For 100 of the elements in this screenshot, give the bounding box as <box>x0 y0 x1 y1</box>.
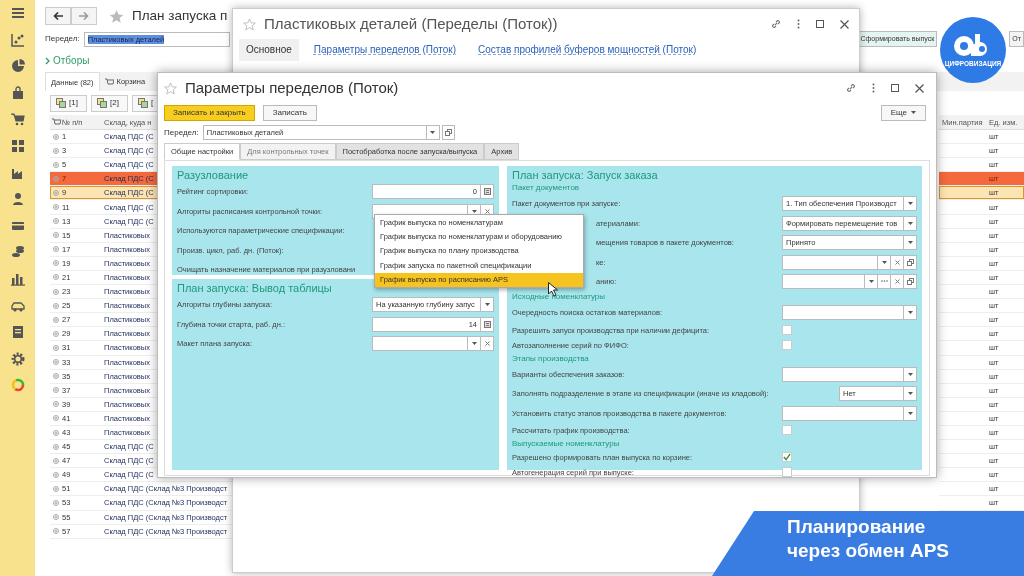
checkbox[interactable] <box>782 467 792 478</box>
basket-icon <box>104 77 114 86</box>
dropdown-button[interactable] <box>904 235 917 251</box>
cart-icon[interactable] <box>10 112 25 127</box>
dropdown-button[interactable] <box>468 336 481 352</box>
button[interactable]: Записать <box>262 104 317 121</box>
caret-icon <box>907 372 913 376</box>
settings-icon[interactable] <box>10 351 25 366</box>
expand-icon <box>53 443 59 450</box>
coins-icon[interactable] <box>10 245 25 260</box>
open-button[interactable] <box>904 254 917 270</box>
calculator-button[interactable] <box>481 184 494 200</box>
input-field[interactable] <box>782 305 904 321</box>
caret-icon <box>471 342 477 346</box>
expand-icon <box>53 528 59 535</box>
basket-icon <box>51 118 61 126</box>
dropdown-button[interactable] <box>904 366 917 382</box>
expand-icon <box>53 288 59 295</box>
dropdown-button[interactable] <box>904 405 917 421</box>
clear-button[interactable] <box>481 336 494 352</box>
caret-icon <box>907 202 913 206</box>
field-label: Передел: <box>45 34 80 44</box>
link-icon[interactable] <box>846 83 856 93</box>
open-window-icon <box>906 258 914 266</box>
input-field[interactable] <box>782 366 904 382</box>
toolbar-button[interactable]: [1] <box>50 94 87 112</box>
bar-chart-icon[interactable] <box>10 271 25 286</box>
expand-icon <box>53 330 59 337</box>
clear-button[interactable] <box>891 254 904 270</box>
more-button[interactable]: Еще <box>880 104 926 121</box>
sheet-stack-icon <box>97 98 107 108</box>
checkbox[interactable] <box>782 340 792 351</box>
open-button[interactable] <box>441 125 455 140</box>
checkbox[interactable] <box>782 452 792 463</box>
expand-icon <box>53 373 59 380</box>
expand-icon <box>53 232 59 239</box>
star-icon[interactable] <box>109 8 124 24</box>
caret-icon <box>484 303 490 307</box>
expand-icon <box>53 147 59 154</box>
expand-icon <box>53 387 59 394</box>
tab-link[interactable]: Параметры переделов (Поток) <box>306 39 464 61</box>
filters-link[interactable]: Отборы <box>45 50 90 72</box>
pie-chart-icon[interactable] <box>10 59 25 74</box>
field-label: Передел: <box>164 127 199 138</box>
maximize-icon[interactable] <box>816 20 824 28</box>
input-field[interactable] <box>782 273 865 289</box>
tab[interactable]: Основное <box>239 39 299 61</box>
star-icon[interactable] <box>243 17 256 31</box>
input-field[interactable] <box>372 336 468 352</box>
expand-icon <box>53 500 59 506</box>
close-icon[interactable] <box>840 19 849 29</box>
expand-icon <box>53 274 59 281</box>
input-field[interactable] <box>782 254 878 270</box>
back-button[interactable] <box>45 7 71 25</box>
scatter-chart-icon[interactable] <box>10 32 25 47</box>
dropdown-button[interactable] <box>904 196 917 212</box>
ring-icon[interactable] <box>10 378 25 393</box>
clear-button[interactable] <box>891 273 904 289</box>
expand-icon <box>53 246 59 253</box>
section-title: Исходные номенклатуры <box>512 291 607 304</box>
section-title: Этапы производства <box>512 352 590 365</box>
menu-icon[interactable] <box>10 6 25 20</box>
button[interactable]: Записать и закрыть <box>164 104 255 121</box>
select-button[interactable] <box>878 273 891 289</box>
tab-link[interactable]: Состав профилей буферов мощностей (Поток) <box>471 39 704 61</box>
expand-icon <box>53 260 59 267</box>
group-title: План запуска: Запуск заказа <box>512 169 659 183</box>
expand-icon <box>53 401 59 408</box>
dropdown-button[interactable] <box>481 297 494 313</box>
caret-icon <box>868 279 874 283</box>
close-icon[interactable] <box>915 83 924 93</box>
dropdown-button[interactable] <box>904 386 917 402</box>
calculator-button[interactable] <box>481 316 494 332</box>
dropdown-button[interactable] <box>904 305 917 321</box>
more-icon[interactable] <box>872 83 875 93</box>
grid-icon[interactable] <box>10 138 25 153</box>
document-icon[interactable] <box>10 325 25 340</box>
open-button[interactable] <box>904 273 917 289</box>
expand-icon <box>53 359 59 366</box>
maximize-icon[interactable] <box>891 84 899 92</box>
chevron-right-icon <box>45 57 50 65</box>
calculator-icon <box>483 320 491 328</box>
dropdown-button[interactable] <box>904 215 917 231</box>
more-icon[interactable] <box>797 19 800 29</box>
window-title: План запуска п <box>132 7 228 25</box>
caret-icon <box>907 221 913 225</box>
person-icon[interactable] <box>10 192 25 207</box>
dropdown-button[interactable] <box>865 273 878 289</box>
cross-icon <box>484 208 490 214</box>
bag-icon[interactable] <box>10 85 25 100</box>
link-icon[interactable] <box>771 19 781 29</box>
toolbar-button[interactable]: [2] <box>91 94 128 112</box>
caret-icon <box>911 111 916 114</box>
checkbox[interactable] <box>782 325 792 336</box>
star-icon[interactable] <box>164 81 177 95</box>
dropdown-button[interactable] <box>878 254 891 270</box>
ellipsis-icon <box>880 280 888 283</box>
input-field[interactable] <box>782 405 904 421</box>
checkbox[interactable] <box>782 425 792 436</box>
open-window-icon <box>444 129 452 136</box>
